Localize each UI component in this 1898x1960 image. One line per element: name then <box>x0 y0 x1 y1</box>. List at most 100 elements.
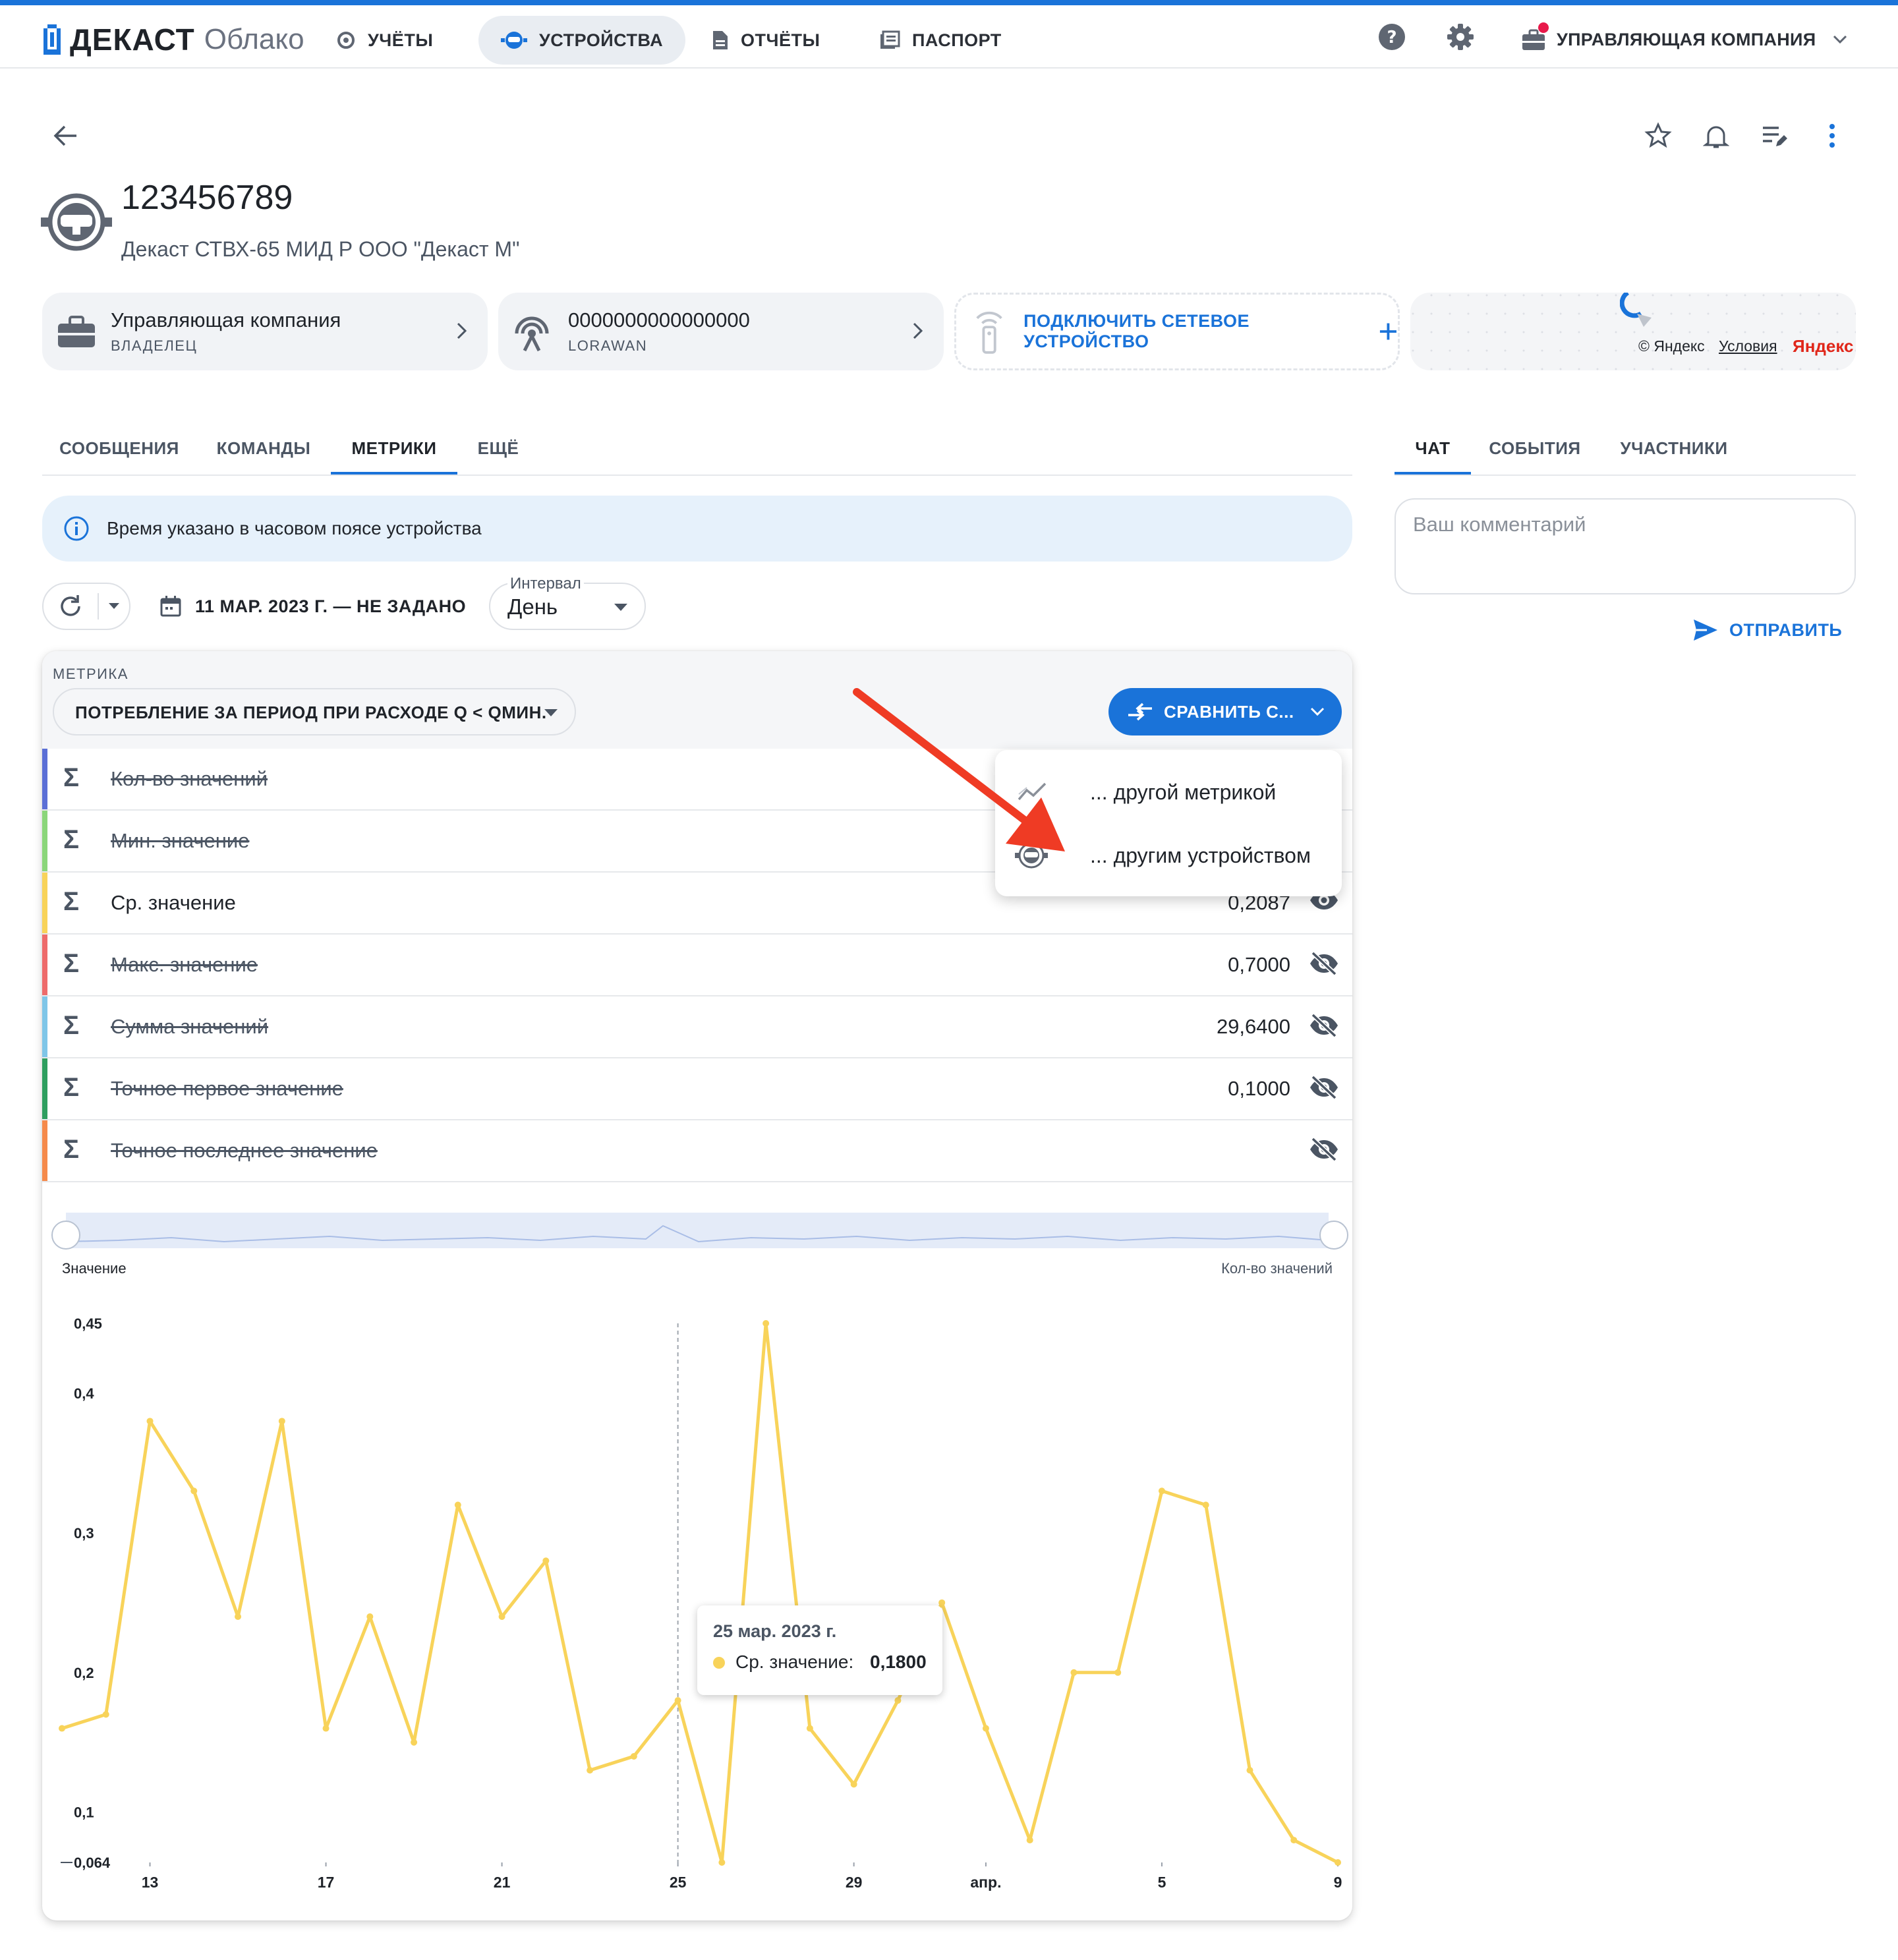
data-point <box>1290 1837 1298 1844</box>
eye-off-icon[interactable] <box>1309 1075 1339 1103</box>
metric-value: ПОТРЕБЛЕНИЕ ЗА ПЕРИОД ПРИ РАСХОДЕ Q < QМ… <box>75 703 547 722</box>
nav-passport[interactable]: ПАСПОРТ <box>857 16 1024 65</box>
antenna-icon <box>515 316 549 352</box>
chart-navigator[interactable] <box>65 1213 1329 1248</box>
notification-dot <box>1538 22 1549 33</box>
map-copyright: © Яндекс <box>1638 337 1705 355</box>
network-card[interactable]: 0000000000000000 LORAWAN <box>498 293 944 370</box>
date-range-picker[interactable]: 11 МАР. 2023 Г. — НЕ ЗАДАНО <box>159 591 466 622</box>
favorite-button[interactable] <box>1640 117 1677 154</box>
tab-chat-label: ЧАТ <box>1415 438 1451 458</box>
data-point <box>938 1599 946 1606</box>
owner-subtitle: ВЛАДЕЛЕЦ <box>111 337 198 354</box>
nav-accounting[interactable]: УЧЁТЫ <box>314 16 455 65</box>
series-color-bar <box>42 996 47 1057</box>
eye-off-icon[interactable] <box>1309 1013 1339 1041</box>
series-color-bar <box>42 811 47 871</box>
tab-messages-label: СООБЩЕНИЯ <box>59 438 179 458</box>
bell-icon <box>1703 126 1729 148</box>
tab-more[interactable]: ЕЩЁ <box>465 422 531 475</box>
tab-messages[interactable]: СООБЩЕНИЯ <box>42 422 196 475</box>
passport-icon <box>880 30 900 49</box>
tab-events[interactable]: СОБЫТИЯ <box>1479 422 1591 475</box>
notifications-button[interactable] <box>1698 117 1735 154</box>
briefcase-icon <box>58 316 95 347</box>
navigator-left-handle[interactable] <box>51 1221 80 1250</box>
tab-metrics[interactable]: МЕТРИКИ <box>331 422 457 475</box>
more-button[interactable] <box>1814 117 1851 154</box>
series-color-bar <box>42 1120 47 1181</box>
compare-with-device-label: ... другим устройством <box>1090 843 1311 867</box>
tab-chat[interactable]: ЧАТ <box>1395 422 1471 475</box>
compare-label: СРАВНИТЬ С... <box>1164 701 1294 722</box>
metric-label: МЕТРИКА <box>53 666 129 682</box>
stat-name: Точное первое значение <box>111 1077 343 1100</box>
data-point <box>850 1781 857 1788</box>
compare-button[interactable]: СРАВНИТЬ С... <box>1108 688 1342 735</box>
stat-row: Σ Макс. значение 0,7000 <box>42 935 1352 996</box>
stat-value: 0,7000 <box>1228 953 1290 976</box>
x-tick-label: 17 <box>318 1874 335 1891</box>
line-chart[interactable]: 0,45 0,4 0,3 0,2 0,1 0,064 13 17 21 25 29 апр. 5 9 <box>42 1271 1352 1910</box>
stat-value: 0,1000 <box>1228 1077 1290 1100</box>
data-point <box>718 1859 726 1866</box>
data-point <box>1114 1669 1122 1676</box>
chevron-right-icon <box>913 322 923 339</box>
back-button[interactable] <box>47 117 84 154</box>
data-point <box>587 1767 594 1774</box>
data-point <box>806 1725 813 1732</box>
data-point <box>894 1697 902 1704</box>
nav-devices[interactable]: УСТРОЙСТВА <box>478 16 686 65</box>
x-tick-label: 21 <box>494 1874 511 1891</box>
comment-field[interactable]: Ваш комментарий <box>1395 498 1856 594</box>
settings-button[interactable] <box>1442 18 1479 55</box>
nav-reports[interactable]: ОТЧЁТЫ <box>689 16 842 65</box>
refresh-options-button[interactable] <box>99 584 129 629</box>
refresh-button[interactable] <box>43 584 98 629</box>
edit-notes-button[interactable] <box>1756 117 1793 154</box>
eye-off-icon[interactable] <box>1309 1137 1339 1165</box>
stat-name: Макс. значение <box>111 953 258 976</box>
tab-more-label: ЕЩЁ <box>477 438 519 458</box>
map-card[interactable]: © Яндекс Условия Яндекс <box>1410 293 1856 370</box>
data-point <box>1026 1837 1033 1844</box>
series-color-bar <box>42 873 47 933</box>
logo-mark-icon <box>42 24 62 55</box>
more-vert-icon <box>1829 124 1835 148</box>
refresh-split-button <box>42 583 130 630</box>
top-bar: ДЕКАСТ Облако УЧЁТЫ УСТРОЙСТВА ОТЧЁТЫ ПА… <box>0 0 1898 69</box>
caret-down-icon <box>614 604 627 611</box>
tooltip-series-label: Ср. значение: <box>735 1652 854 1672</box>
logo[interactable]: ДЕКАСТ Облако <box>42 20 304 59</box>
tab-commands[interactable]: КОМАНДЫ <box>204 422 323 475</box>
navigator-sparkline <box>65 1225 1329 1243</box>
data-point <box>366 1613 374 1621</box>
eye-off-icon[interactable] <box>1309 951 1339 979</box>
owner-card[interactable]: Управляющая компания ВЛАДЕЛЕЦ <box>42 293 488 370</box>
connect-device-card[interactable]: ПОДКЛЮЧИТЬ СЕТЕВОЕ УСТРОЙСТВО <box>954 293 1400 370</box>
data-point <box>411 1739 418 1746</box>
arrow-left-icon <box>53 125 76 146</box>
device-model: Декаст СТВХ-65 МИД Р ООО "Декаст М" <box>121 237 520 261</box>
connect-device-label: ПОДКЛЮЧИТЬ СЕТЕВОЕ УСТРОЙСТВО <box>1023 311 1250 351</box>
tab-participants[interactable]: УЧАСТНИКИ <box>1611 422 1737 475</box>
timezone-info-text: Время указано в часовом поясе устройства <box>107 518 482 538</box>
navigator-right-handle[interactable] <box>1319 1221 1348 1250</box>
help-button[interactable]: ? <box>1373 18 1410 55</box>
network-title: 0000000000000000 <box>568 308 750 331</box>
sigma-icon: Σ <box>63 825 80 854</box>
yandex-logo: Яндекс <box>1793 336 1854 356</box>
data-point <box>278 1418 285 1425</box>
device-number: 123456789 <box>121 179 293 217</box>
y-tick-label: 0,064 <box>74 1855 111 1871</box>
logo-brand: ДЕКАСТ <box>70 22 195 57</box>
interval-select[interactable]: Интервал День <box>489 575 646 630</box>
metric-select[interactable]: ПОТРЕБЛЕНИЕ ЗА ПЕРИОД ПРИ РАСХОДЕ Q < QМ… <box>53 688 576 735</box>
send-button[interactable]: ОТПРАВИТЬ <box>1692 616 1842 645</box>
map-terms-link[interactable]: Условия <box>1719 337 1777 355</box>
stat-row: Σ Сумма значений 29,6400 <box>42 996 1352 1058</box>
device-avatar <box>41 192 112 255</box>
meter-icon <box>41 193 112 251</box>
account-menu[interactable]: УПРАВЛЯЮЩАЯ КОМПАНИЯ <box>1521 20 1847 59</box>
series-color-bar <box>42 935 47 995</box>
